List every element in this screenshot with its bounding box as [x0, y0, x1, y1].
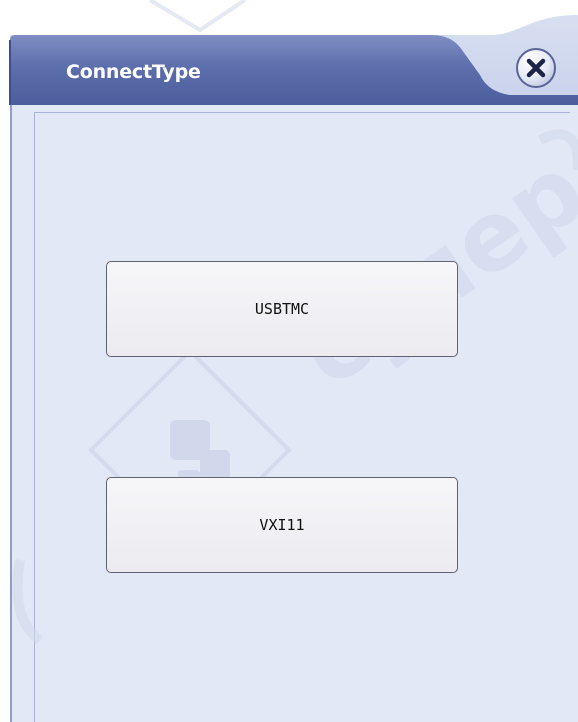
- usbtmc-button-label: USBTMC: [254, 300, 310, 318]
- vxi11-button-label: VXI11: [259, 516, 305, 534]
- content-panel: [34, 112, 570, 722]
- close-x-icon[interactable]: [515, 47, 557, 89]
- usbtmc-button[interactable]: USBTMC: [106, 261, 458, 357]
- screenshot-canvas: ConnectType супер: [0, 0, 578, 722]
- title-bar: [9, 15, 578, 105]
- dialog-title: ConnectType: [66, 61, 201, 83]
- vxi11-button[interactable]: VXI11: [106, 477, 458, 573]
